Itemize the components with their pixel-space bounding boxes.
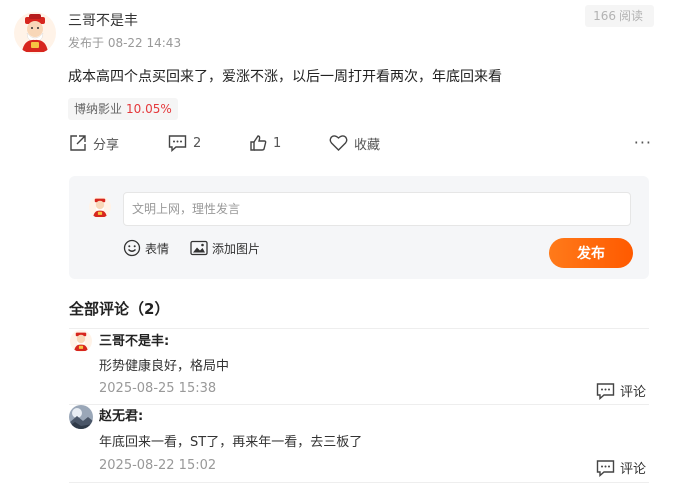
comment-time: 2025-08-25 15:38 [99,381,217,396]
fortune-god-avatar-icon [89,196,111,218]
emoji-button[interactable]: 表情 [123,238,169,258]
favorite-button[interactable]: 收藏 [329,132,380,154]
stock-name: 博纳影业 [74,102,123,116]
comment-count: 2 [193,135,202,151]
view-label: 阅读 [618,9,643,23]
emoji-icon [123,239,141,257]
stock-tag[interactable]: 博纳影业 10.05% [68,98,178,120]
comment-text: 形势健康良好，格局中 [99,359,230,374]
post-content: 成本高四个点买回来了，爱涨不涨，以后一周打开看两次，年底回来看 [68,69,502,85]
comment-text: 年底回来一看，ST了，再来年一看，去三板了 [99,435,363,450]
publish-button[interactable]: 发布 [549,238,633,268]
fortune-god-avatar-icon [70,330,92,352]
image-icon [190,240,208,256]
all-comments-title: 全部评论（2） [69,300,170,318]
view-count-badge: 166 阅读 [585,5,654,27]
comment-time: 2025-08-22 15:02 [99,458,217,473]
like-button[interactable]: 1 [249,132,281,154]
fortune-god-avatar-icon [22,14,48,52]
divider [69,404,649,405]
reply-label: 评论 [620,462,647,477]
stock-change: 10.05% [126,102,172,116]
comment-avatar[interactable] [70,330,92,352]
reply-label: 评论 [620,385,647,400]
post-time: 发布于 08-22 14:43 [68,36,182,50]
add-image-button[interactable]: 添加图片 [190,238,260,258]
comment-icon [168,135,187,152]
heart-icon [329,135,348,151]
favorite-label: 收藏 [354,137,381,153]
more-icon[interactable]: ··· [634,133,652,152]
like-count: 1 [273,135,282,151]
comment-button[interactable]: 2 [168,132,201,154]
comment-author[interactable]: 赵无君: [99,405,143,424]
like-icon [250,135,267,151]
composer-avatar [89,196,111,218]
share-button[interactable]: 分享 [69,132,119,154]
comment-reply-button[interactable]: 评论 [596,381,646,400]
comment-author[interactable]: 三哥不是丰: [99,330,169,349]
add-image-label: 添加图片 [212,241,261,256]
share-label: 分享 [93,137,120,153]
author-name[interactable]: 三哥不是丰 [68,10,138,30]
emoji-label: 表情 [145,241,170,256]
comment-input[interactable] [123,192,631,226]
comment-reply-button[interactable]: 评论 [596,458,646,477]
divider [69,328,649,329]
author-avatar[interactable] [14,12,56,54]
comment-icon [596,382,615,400]
landscape-avatar-icon [69,405,93,429]
comment-avatar[interactable] [69,405,93,429]
comment-icon [596,459,615,477]
divider [69,482,649,483]
share-icon [70,135,86,151]
view-count: 166 [593,9,616,23]
